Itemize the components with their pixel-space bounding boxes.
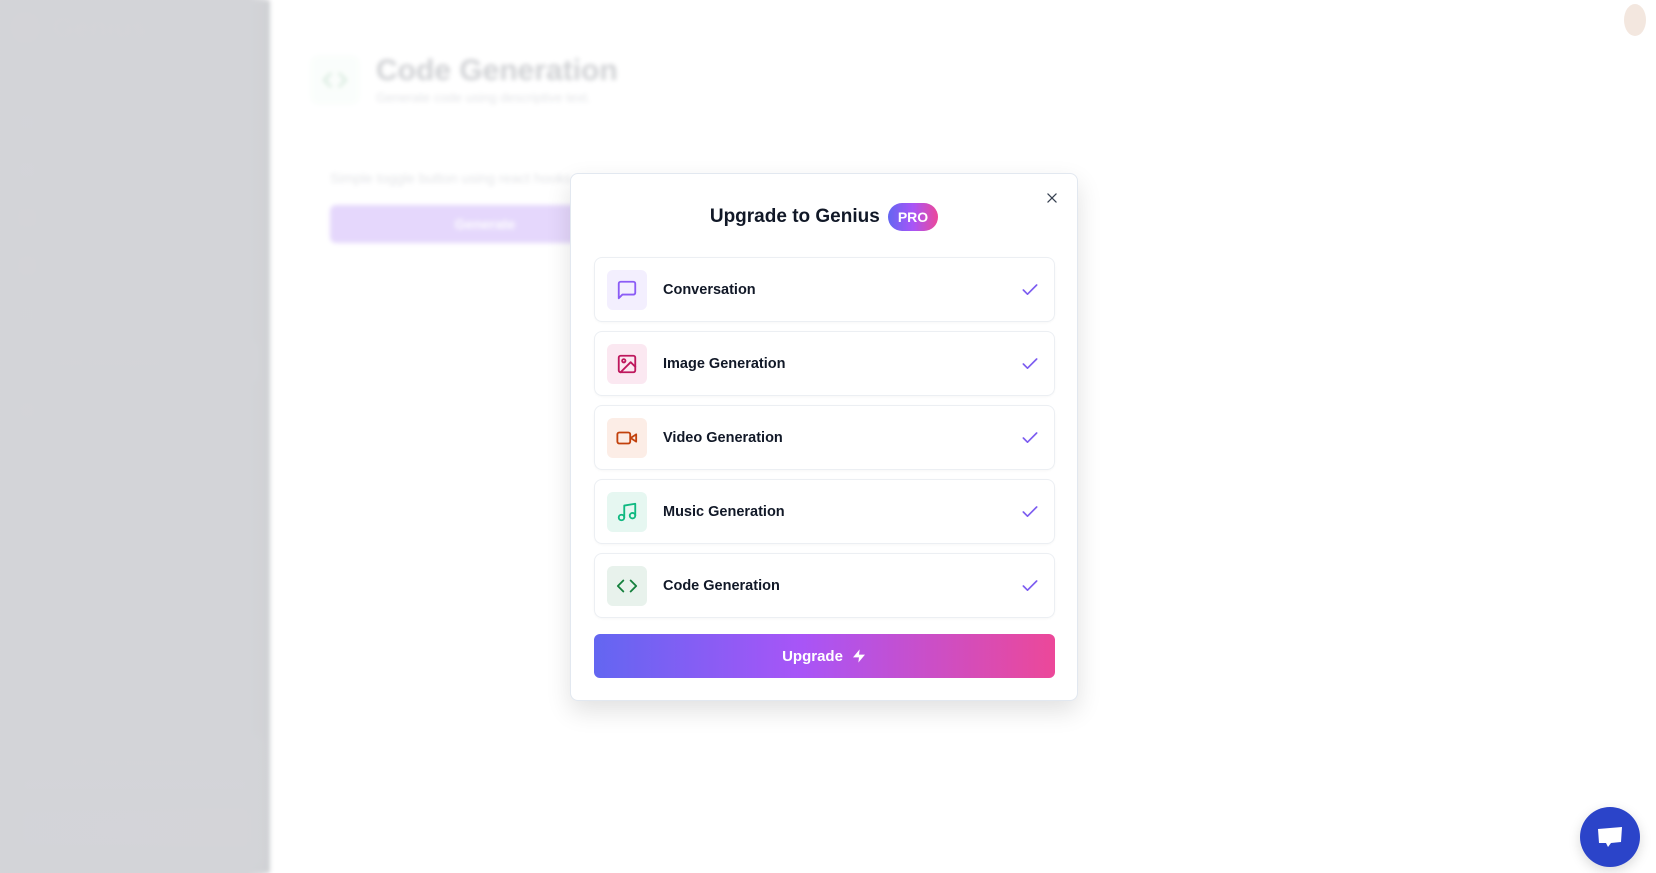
chat-widget-button[interactable]	[1580, 807, 1640, 867]
image-icon	[617, 354, 637, 373]
feature-label: Video Generation	[663, 429, 783, 446]
music-icon	[617, 502, 637, 521]
feature-label: Conversation	[663, 281, 756, 298]
zap-icon	[852, 649, 865, 663]
check-icon	[1022, 505, 1038, 517]
modal-title: Upgrade to Genius PRO	[571, 203, 1077, 231]
feature-label: Music Generation	[663, 503, 785, 520]
upgrade-label: Upgrade	[782, 647, 843, 665]
modal-title-text: Upgrade to Genius	[709, 206, 880, 227]
check-icon	[1022, 357, 1038, 369]
pro-badge: PRO	[887, 203, 939, 231]
feature-label: Image Generation	[663, 355, 786, 372]
feature-label: Code Generation	[663, 577, 780, 594]
feature-list: Conversation Image Generation Video Gene…	[594, 257, 1055, 627]
feature-music-generation: Music Generation	[594, 479, 1055, 544]
upgrade-modal: Upgrade to Genius PRO Conversation Image…	[570, 173, 1078, 701]
sidebar-backdrop	[0, 0, 270, 873]
feature-icon-box	[607, 269, 647, 310]
feature-conversation: Conversation	[594, 257, 1055, 322]
check-icon	[1022, 579, 1038, 591]
video-icon	[616, 431, 638, 444]
feature-icon-box	[607, 491, 647, 532]
check-icon	[1022, 431, 1038, 443]
feature-icon-box	[607, 565, 647, 606]
code-icon	[616, 579, 638, 592]
chat-icon	[1598, 827, 1622, 847]
feature-video-generation: Video Generation	[594, 405, 1055, 470]
feature-image-generation: Image Generation	[594, 331, 1055, 396]
user-avatar[interactable]	[1624, 4, 1646, 36]
check-icon	[1022, 283, 1038, 295]
feature-icon-box	[607, 343, 647, 384]
feature-code-generation: Code Generation	[594, 553, 1055, 618]
upgrade-button[interactable]: Upgrade	[594, 634, 1055, 678]
app-root: Genius Dashboard Conversation Image Gene…	[0, 0, 1656, 873]
feature-icon-box	[607, 417, 647, 458]
message-square-icon	[617, 280, 637, 299]
